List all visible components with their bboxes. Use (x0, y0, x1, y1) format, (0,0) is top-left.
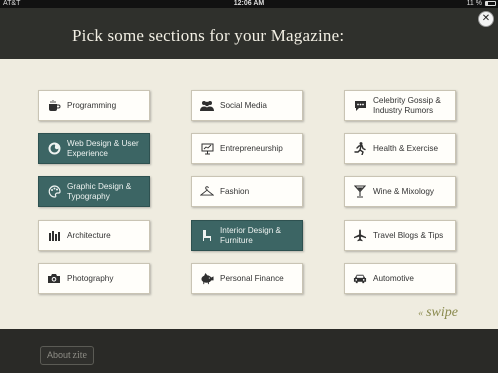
section-card-personal-finance[interactable]: Personal Finance (191, 263, 303, 294)
building-icon (47, 229, 61, 243)
section-card-wine-and-mixology[interactable]: Wine & Mixology (344, 176, 456, 207)
presentation-board-icon (200, 142, 214, 156)
section-label: Personal Finance (220, 273, 284, 283)
section-card-web-design-and-user-experience[interactable]: Web Design & User Experience (38, 133, 150, 164)
section-card-programming[interactable]: Programming (38, 90, 150, 121)
section-card-architecture[interactable]: Architecture (38, 220, 150, 251)
section-card-automotive[interactable]: Automotive (344, 263, 456, 294)
status-bar: AT&T 12:06 AM 11 % (0, 0, 498, 8)
footer: About zite (0, 329, 498, 373)
section-label: Photography (67, 273, 114, 283)
section-card-fashion[interactable]: Fashion (191, 176, 303, 207)
cocktail-glass-icon (353, 185, 367, 199)
about-zite-button[interactable]: About zite (40, 346, 94, 365)
battery-icon (485, 1, 496, 6)
palette-icon (47, 185, 61, 199)
people-icon (200, 99, 214, 113)
section-label: Interior Design & Furniture (220, 225, 281, 245)
piggy-bank-icon (200, 272, 214, 286)
close-button[interactable]: ✕ (478, 11, 494, 27)
airplane-icon (353, 229, 367, 243)
section-label: Health & Exercise (373, 143, 439, 153)
swipe-arrow-icon: « (418, 308, 424, 319)
section-label: Fashion (220, 186, 250, 196)
firefox-icon (47, 142, 61, 156)
section-label: Wine & Mixology (373, 186, 434, 196)
about-label: About (47, 350, 71, 360)
chair-icon (200, 229, 214, 243)
section-label: Travel Blogs & Tips (373, 230, 444, 240)
header: Pick some sections for your Magazine: ✕ (0, 8, 498, 59)
clock: 12:06 AM (233, 0, 265, 7)
section-label: Celebrity Gossip & Industry Rumors (373, 95, 441, 115)
swipe-hint: «swipe (418, 305, 458, 321)
hanger-icon (200, 185, 214, 199)
camera-icon (47, 272, 61, 286)
section-label: Social Media (220, 100, 267, 110)
section-label: Graphic Design & Typography (67, 181, 132, 201)
section-card-interior-design-and-furniture[interactable]: Interior Design & Furniture (191, 220, 303, 251)
running-man-icon (353, 142, 367, 156)
section-card-graphic-design-and-typography[interactable]: Graphic Design & Typography (38, 176, 150, 207)
car-icon (353, 272, 367, 286)
section-card-entrepreneurship[interactable]: Entrepreneurship (191, 133, 303, 164)
section-card-travel-blogs-and-tips[interactable]: Travel Blogs & Tips (344, 220, 456, 251)
speech-bubble-icon (353, 99, 367, 113)
battery-percent: 11 % (466, 0, 482, 7)
section-label: Programming (67, 100, 117, 110)
coffee-icon (47, 99, 61, 113)
swipe-label: swipe (426, 305, 458, 320)
section-card-celebrity-gossip-and-industry-rumors[interactable]: Celebrity Gossip & Industry Rumors (344, 90, 456, 121)
section-card-photography[interactable]: Photography (38, 263, 150, 294)
section-label: Entrepreneurship (220, 143, 283, 153)
section-label: Automotive (373, 273, 414, 283)
section-card-social-media[interactable]: Social Media (191, 90, 303, 121)
section-picker: Programming Social Media Celebrity Gossip … (0, 59, 498, 373)
page-title: Pick some sections for your Magazine: (72, 26, 345, 45)
zite-logo: zite (72, 350, 87, 361)
section-card-health-and-exercise[interactable]: Health & Exercise (344, 133, 456, 164)
section-label: Web Design & User Experience (67, 138, 139, 158)
section-label: Architecture (67, 230, 111, 240)
